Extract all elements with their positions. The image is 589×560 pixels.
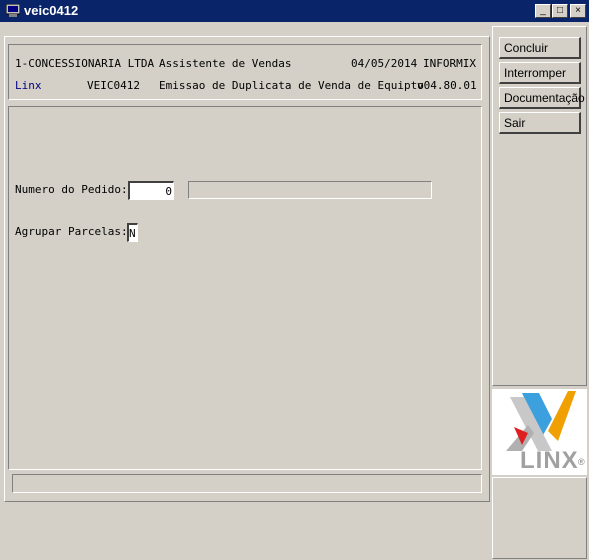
program-version: v04.80.01	[417, 79, 477, 92]
header-panel: 1-CONCESSIONARIA LTDA Assistente de Vend…	[8, 44, 482, 100]
linx-logo: LINX ®	[492, 389, 587, 475]
maximize-button[interactable]: □	[552, 4, 568, 18]
sair-button[interactable]: Sair	[499, 112, 581, 134]
close-icon: ×	[575, 5, 581, 16]
title-bar: veic0412 _ □ ×	[0, 0, 589, 22]
program-code: VEIC0412	[87, 79, 140, 92]
pedido-value: 0	[165, 185, 172, 198]
form-panel: Numero do Pedido: 0 Agrupar Parcelas: N	[8, 106, 482, 470]
header-date: 04/05/2014	[351, 57, 418, 70]
lower-right-panel	[492, 477, 587, 559]
agrupar-label: Agrupar Parcelas:	[15, 225, 128, 238]
close-button[interactable]: ×	[570, 4, 586, 18]
interromper-button[interactable]: Interromper	[499, 62, 581, 84]
program-description: Emissao de Duplicata de Venda de Equipto	[159, 79, 424, 92]
header-db: INFORMIX	[423, 57, 476, 70]
pedido-description-field	[188, 181, 432, 199]
pedido-label: Numero do Pedido:	[15, 183, 128, 196]
agrupar-input[interactable]: N	[127, 223, 138, 242]
registered-mark: ®	[578, 457, 585, 467]
documentacao-button[interactable]: Documentação	[499, 87, 585, 109]
maximize-icon: □	[556, 5, 564, 16]
brand-link[interactable]: Linx	[15, 79, 42, 92]
app-icon	[6, 4, 20, 17]
status-bar	[12, 474, 482, 493]
minimize-icon: _	[540, 5, 546, 16]
pedido-input[interactable]: 0	[128, 181, 174, 200]
company-name: 1-CONCESSIONARIA LTDA	[15, 57, 155, 70]
minimize-button[interactable]: _	[535, 4, 551, 18]
agrupar-value: N	[129, 227, 136, 240]
module-name: Assistente de Vendas	[159, 57, 292, 70]
concluir-button[interactable]: Concluir	[499, 37, 581, 59]
linx-logo-text: LINX	[520, 447, 579, 474]
window-title: veic0412	[24, 3, 79, 18]
